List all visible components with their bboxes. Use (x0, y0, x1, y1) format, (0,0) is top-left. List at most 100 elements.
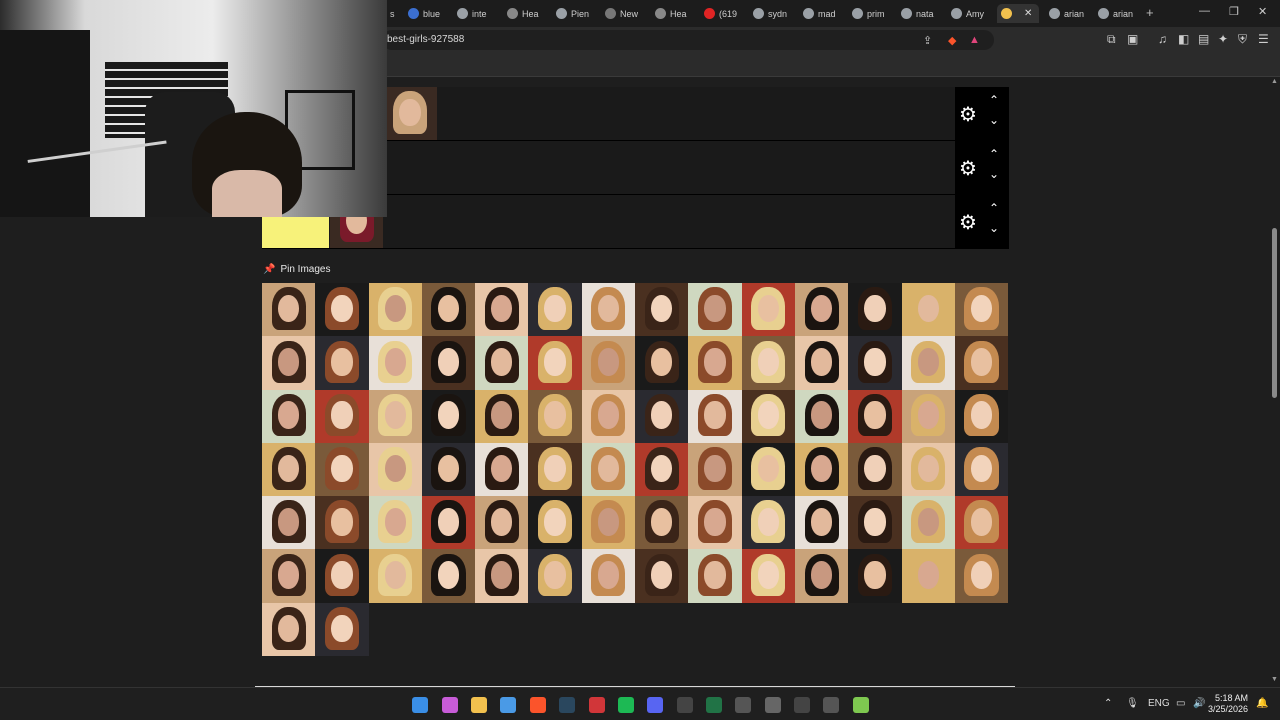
pool-image[interactable] (635, 389, 689, 443)
pool-image[interactable] (848, 389, 902, 443)
pool-image[interactable] (421, 283, 476, 337)
pool-image[interactable] (635, 442, 689, 497)
pool-image[interactable] (421, 336, 476, 390)
browser-tab[interactable]: arian (1049, 4, 1089, 23)
pool-image[interactable] (741, 283, 795, 337)
pool-image[interactable] (688, 283, 742, 337)
browser-tab[interactable]: prim (852, 4, 890, 23)
browser-tab[interactable]: arian (1098, 4, 1138, 23)
browser-tab[interactable]: New (605, 4, 643, 23)
pool-image[interactable] (315, 336, 369, 390)
pool-image[interactable] (848, 496, 902, 550)
browser-tab[interactable]: blue (408, 4, 446, 23)
pool-image[interactable] (848, 336, 902, 390)
move-tier-up-icon[interactable]: ⌃ (989, 93, 999, 107)
pool-image[interactable] (262, 549, 316, 603)
pool-image[interactable] (315, 283, 369, 337)
browser-tab[interactable]: sydn (753, 4, 791, 23)
brave-rewards-icon[interactable]: ▲ (969, 34, 980, 46)
riot-icon[interactable] (589, 697, 605, 713)
tier-item-image[interactable] (383, 87, 437, 141)
pool-image[interactable] (475, 442, 529, 497)
epic-icon[interactable] (677, 697, 693, 713)
microphone-icon[interactable]: 🎙 (1126, 698, 1139, 709)
pool-image[interactable] (262, 602, 316, 657)
pool-image[interactable] (688, 389, 742, 443)
pool-image[interactable] (688, 442, 742, 497)
move-tier-down-icon[interactable]: ⌄ (989, 167, 999, 181)
browser-tab[interactable]: Pien (556, 4, 594, 23)
pool-image[interactable] (635, 283, 689, 337)
browser-tab[interactable]: Hea (655, 4, 693, 23)
pool-image[interactable] (262, 389, 316, 443)
pool-image[interactable] (848, 283, 902, 337)
move-tier-up-icon[interactable]: ⌃ (989, 147, 999, 161)
pool-image[interactable] (635, 549, 689, 603)
brave-shield-icon[interactable]: ◆ (948, 34, 956, 47)
file-explorer-icon[interactable] (471, 697, 487, 713)
pool-image[interactable] (315, 602, 369, 657)
pool-image[interactable] (794, 336, 849, 390)
pool-image[interactable] (368, 549, 422, 603)
pool-image[interactable] (635, 336, 689, 390)
move-tier-down-icon[interactable]: ⌄ (989, 221, 999, 235)
pool-image[interactable] (954, 389, 1009, 443)
pool-image[interactable] (901, 283, 955, 337)
move-tier-down-icon[interactable]: ⌄ (989, 113, 999, 127)
epic-games-icon[interactable] (794, 697, 810, 713)
music-icon[interactable]: ♫ (1158, 32, 1167, 46)
new-tab-button[interactable]: + (1146, 5, 1154, 20)
move-tier-up-icon[interactable]: ⌃ (989, 201, 999, 215)
pool-image[interactable] (315, 442, 369, 497)
volume-icon[interactable]: 🔊 (1193, 698, 1205, 709)
network-icon[interactable]: ▭ (1176, 698, 1185, 709)
store-icon[interactable] (500, 697, 516, 713)
pool-image[interactable] (421, 442, 476, 497)
pool-image[interactable] (581, 496, 636, 550)
tier-settings-gear-icon[interactable]: ⚙ (959, 156, 977, 181)
close-window-button[interactable]: ✕ (1258, 5, 1267, 18)
pool-image[interactable] (528, 336, 582, 390)
pool-image[interactable] (368, 336, 422, 390)
pool-image[interactable] (688, 336, 742, 390)
pool-image[interactable] (368, 496, 422, 550)
pool-image[interactable] (741, 389, 795, 443)
calculator-icon[interactable] (735, 697, 751, 713)
pool-image[interactable] (901, 496, 955, 550)
pool-image[interactable] (368, 283, 422, 337)
pool-image[interactable] (262, 336, 316, 390)
menu-icon[interactable]: ☰ (1258, 32, 1269, 46)
pool-image[interactable] (528, 549, 582, 603)
pool-image[interactable] (741, 549, 795, 603)
pool-image[interactable] (368, 389, 422, 443)
brave-icon[interactable] (530, 697, 546, 713)
pool-image[interactable] (528, 283, 582, 337)
browser-tab[interactable]: inte (457, 4, 495, 23)
pool-image[interactable] (262, 442, 316, 497)
system-clock[interactable]: 5:18 AM 3/25/2026 (1208, 693, 1248, 715)
maximize-button[interactable]: ❐ (1229, 5, 1239, 18)
extensions-icon[interactable]: ⧉ (1107, 32, 1116, 47)
pool-image[interactable] (794, 549, 849, 603)
pool-image[interactable] (954, 283, 1009, 337)
url-field[interactable]: best-girls-927588 ⇪ ◆ ▲ (382, 30, 994, 50)
pool-image[interactable] (954, 496, 1009, 550)
pool-image[interactable] (901, 389, 955, 443)
pool-image[interactable] (954, 336, 1009, 390)
pool-image[interactable] (581, 336, 636, 390)
cube-app-icon[interactable] (853, 697, 869, 713)
browser-tab[interactable]: (619 (704, 4, 746, 23)
pool-image[interactable] (635, 496, 689, 550)
pool-image[interactable] (794, 389, 849, 443)
pool-image[interactable] (421, 496, 476, 550)
notifications-icon[interactable]: 🔔 (1256, 698, 1268, 709)
pool-image[interactable] (901, 336, 955, 390)
pool-image[interactable] (688, 496, 742, 550)
pool-image[interactable] (741, 336, 795, 390)
notification-app-icon[interactable] (823, 697, 839, 713)
pool-image[interactable] (528, 389, 582, 443)
spotify-icon[interactable] (618, 697, 634, 713)
pool-image[interactable] (581, 283, 636, 337)
pool-image[interactable] (794, 442, 849, 497)
scrollbar-thumb[interactable] (1272, 228, 1277, 398)
